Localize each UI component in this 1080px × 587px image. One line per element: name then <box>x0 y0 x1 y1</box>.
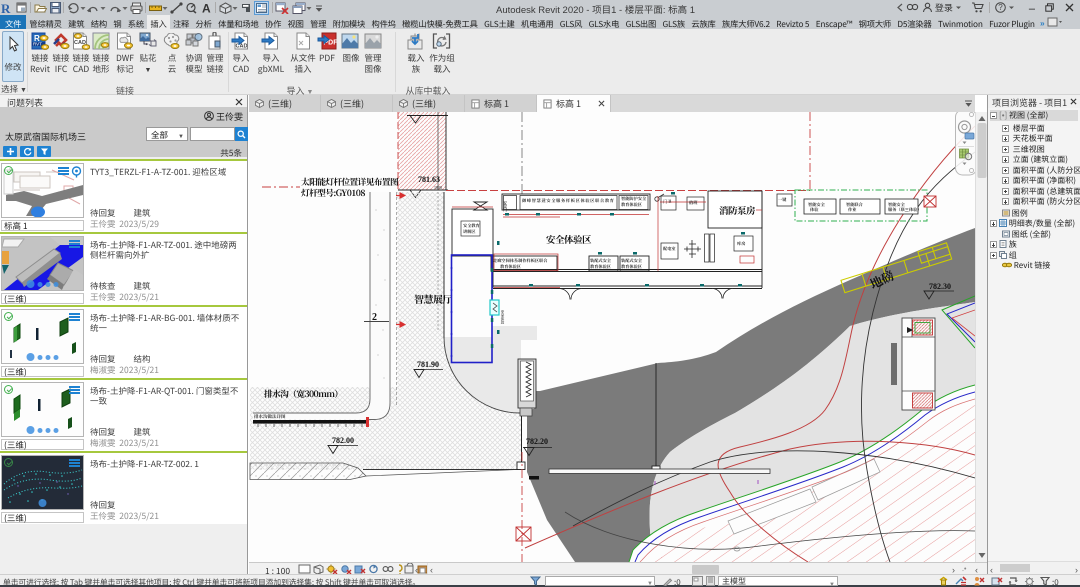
svg-text:消防泵房: 消防泵房 <box>719 203 756 217</box>
svg-text:教育体验区: 教育体验区 <box>621 264 643 270</box>
svg-text:灯杆型号:GY0108: 灯杆型号:GY0108 <box>300 187 365 199</box>
svg-text:排水沟做法详图: 排水沟做法详图 <box>254 414 286 420</box>
svg-text:门卫: 门卫 <box>663 198 672 205</box>
svg-text:782.20: 782.20 <box>526 437 548 446</box>
svg-text:值班: 值班 <box>689 200 698 206</box>
svg-text:R: R <box>34 34 40 43</box>
svg-text:配电室: 配电室 <box>663 245 676 252</box>
svg-text:781.63: 781.63 <box>418 175 440 184</box>
svg-text:体验: 体验 <box>810 207 819 213</box>
svg-text:教育体验区: 教育体验区 <box>500 264 522 270</box>
svg-text:1800: 1800 <box>434 185 442 190</box>
svg-text:教育体验区: 教育体验区 <box>590 264 612 270</box>
svg-text:782.00: 782.00 <box>332 436 354 445</box>
svg-text:讲解区: 讲解区 <box>463 229 476 235</box>
svg-text:御峰智慧建安全服务样板区体验区联合教育: 御峰智慧建安全服务样板区体验区联合教育 <box>522 197 614 204</box>
svg-text:教育体验区: 教育体验区 <box>621 202 643 208</box>
svg-text:服务（联三体验）: 服务（联三体验） <box>888 207 922 213</box>
svg-text:智慧展厅: 智慧展厅 <box>414 291 452 306</box>
svg-text:781.90: 781.90 <box>417 360 439 369</box>
svg-text:R: R <box>1 1 11 15</box>
svg-text:安全体验区: 安全体验区 <box>546 232 592 246</box>
svg-text:一键: 一键 <box>778 197 787 203</box>
svg-text:CAD: CAD <box>236 44 248 50</box>
svg-text:库房: 库房 <box>737 241 746 247</box>
svg-text:782.30: 782.30 <box>929 282 951 291</box>
svg-text:走廊空间体系制作样板区联合: 走廊空间体系制作样板区联合 <box>493 257 548 264</box>
svg-text:排水沟（宽300mm）: 排水沟（宽300mm） <box>264 388 343 400</box>
svg-text:A: A <box>202 2 211 14</box>
svg-text:?: ? <box>998 3 1003 12</box>
svg-text:作业: 作业 <box>848 207 857 213</box>
svg-text:安全体验: 安全体验 <box>500 309 505 325</box>
svg-text:智能防护安全: 智能防护安全 <box>621 195 647 202</box>
